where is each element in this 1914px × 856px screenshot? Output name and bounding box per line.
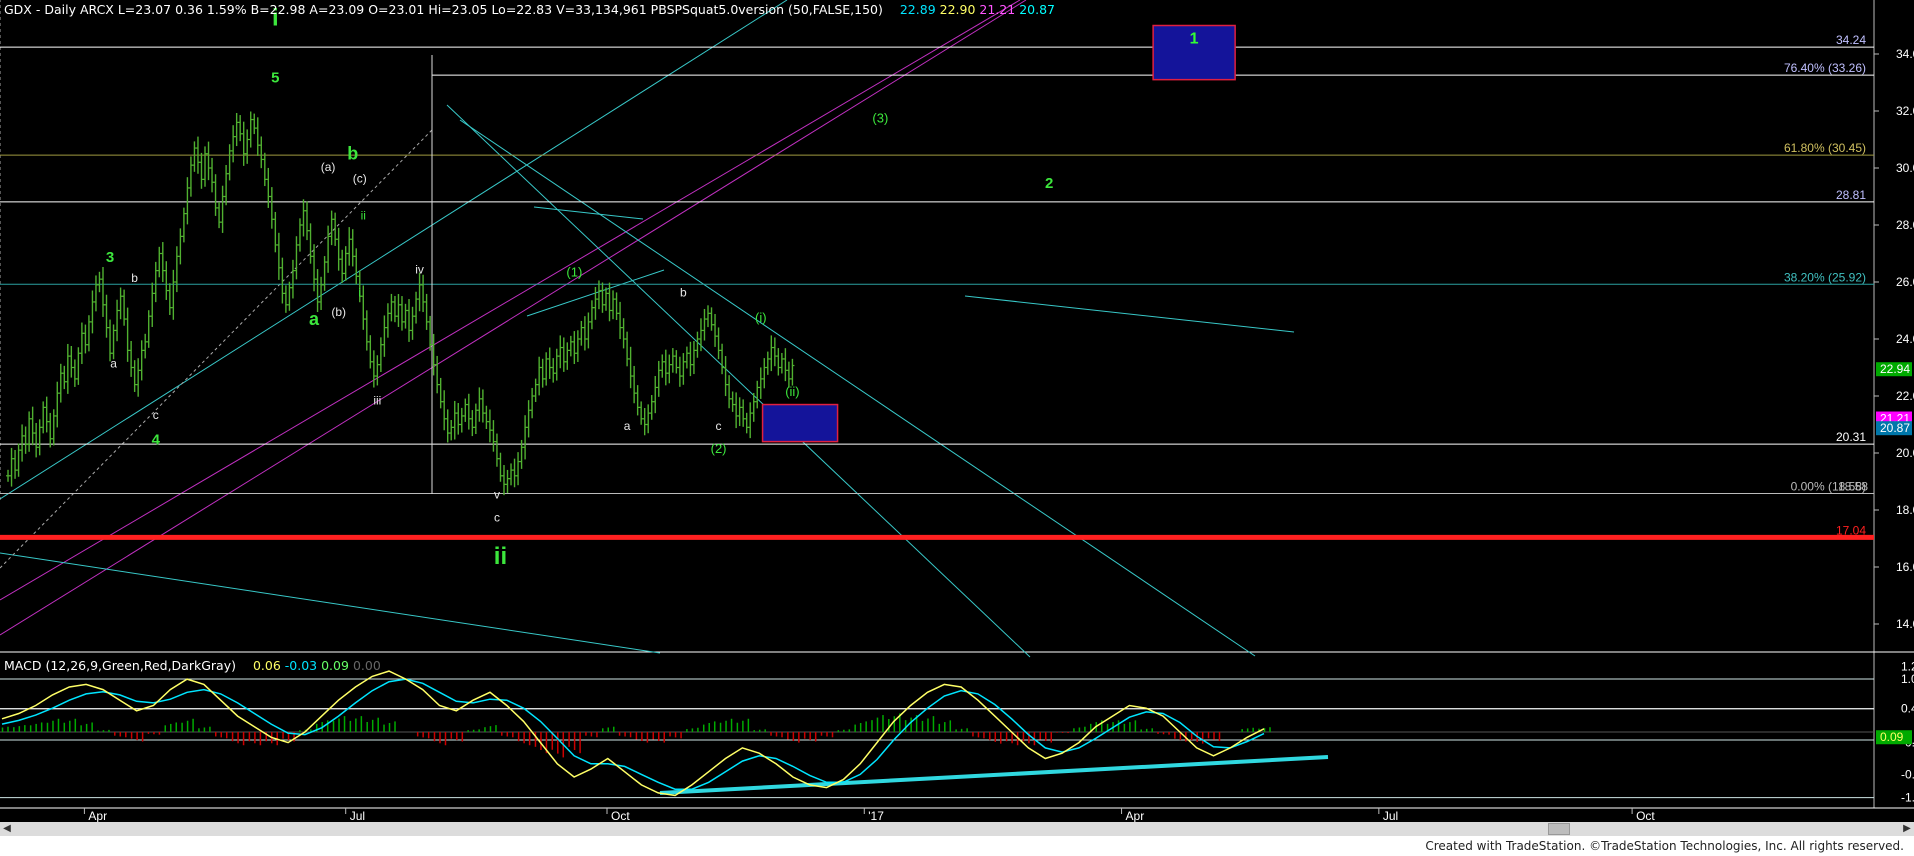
bid-price: B=22.98 [250,2,306,17]
level-label: 61.80% (30.45) [1784,141,1866,155]
wave-label: c [716,419,722,433]
level-label: 34.24 [1836,33,1866,47]
wave-label: (ii) [785,384,799,399]
wave-label: b [680,285,687,299]
level-label: 38.20% (25.92) [1784,270,1866,284]
wave-label: ii [361,208,366,222]
volume: V=33,134,961 [556,2,647,17]
scroll-right-icon[interactable]: ▶ [1900,822,1914,836]
wave-label: 2 [1045,175,1053,192]
chart-background [0,0,1914,822]
last-price: L=23.07 [117,2,172,17]
wave-label: 4 [152,431,161,448]
wave-label: 5 [271,70,279,87]
scroll-thumb[interactable] [1548,823,1570,835]
macd-value: 0.06 [252,658,281,673]
wave-label: iv [415,262,424,276]
x-tick-label: Apr [88,809,107,823]
symbol-label: GDX - Daily [4,2,76,17]
wave-label: (a) [321,160,336,174]
macd-tick-label: -1.24 [1901,791,1914,805]
open-price: O=23.01 [368,2,425,17]
footer-bar: Created with TradeStation. ©TradeStation… [0,836,1914,856]
wave-label: (3) [872,110,888,125]
level-label: 28.81 [1836,188,1866,202]
high-price: Hi=23.05 [428,2,488,17]
scroll-left-icon[interactable]: ◀ [0,822,14,836]
macd-tick-label: -0.80 [1901,767,1914,781]
y-tick-label: 20.00 [1896,446,1914,460]
price-tag-label: 22.94 [1880,362,1910,376]
y-tick-label: 14.00 [1896,617,1914,631]
wave-label: b [347,143,358,163]
wave-label: 3 [106,249,114,266]
macd-tick-label: 0.44 [1901,702,1914,716]
price-tag-label: 20.87 [1880,421,1910,435]
wave-label: (1) [566,264,582,279]
wave-label: (2) [711,441,727,456]
x-tick-label: Oct [1636,809,1655,823]
horizontal-scrollbar[interactable]: ◀ ▶ [0,822,1914,836]
wave-label: iii [373,394,381,408]
study-value: 21.21 [979,2,1016,17]
study-name: PBSPSquat5.0version (50,FALSE,150) [650,2,883,17]
study-value: 20.87 [1019,2,1055,17]
wave-label: b [131,271,138,285]
x-tick-label: Jul [1383,809,1398,823]
wave-label: a [309,309,320,329]
macd-tag-label: 0.09 [1880,730,1904,744]
ask-price: A=23.09 [309,2,365,17]
study-value: 22.90 [939,2,976,17]
y-tick-label: 16.00 [1896,560,1914,574]
y-tick-label: 26.00 [1896,275,1914,289]
wave-label: v [494,488,500,502]
wave-label: c [494,510,500,524]
level-label: 18.58 [1838,479,1868,493]
wave-label: ii [494,543,507,570]
wave-label: c [153,408,159,422]
macd-study-name: MACD (12,26,9,Green,Red,DarkGray) [4,658,236,673]
y-tick-label: 18.00 [1896,503,1914,517]
level-label: 20.31 [1836,430,1866,444]
level-label: 17.04 [1836,523,1866,537]
y-tick-label: 22.00 [1896,389,1914,403]
y-tick-label: 34.00 [1896,47,1914,61]
wave-label: a [110,357,117,371]
x-tick-label: Apr [1126,809,1145,823]
wave-label: (c) [353,171,367,185]
y-tick-label: 24.00 [1896,332,1914,346]
x-tick-label: Oct [611,809,630,823]
level-label: 76.40% (33.26) [1784,61,1866,75]
macd-tick-label: 1.00 [1901,672,1914,686]
y-tick-label: 32.00 [1896,104,1914,118]
x-tick-label: '17 [868,809,884,823]
wave-label: (b) [331,305,346,319]
pct-change: 1.59% [206,2,247,17]
chart-canvas: 34.24 76.40% (33.26) 61.80% (30.45) 28.81 38… [0,0,1914,823]
exchange-label: ARCX [79,2,114,17]
macd-value: -0.03 [284,658,318,673]
wave-label: a [624,419,631,433]
macd-value: 0.09 [321,658,349,673]
wave-label: (i) [755,310,767,325]
study-value: 22.89 [899,2,936,17]
y-tick-label: 28.00 [1896,218,1914,232]
macd-value: 0.00 [352,658,381,673]
footer-credit: Created with TradeStation. ©TradeStation… [1425,839,1904,853]
background [0,0,1914,822]
chart-header: GDX - Daily ARCX L=23.07 0.36 1.59% B=22… [4,2,1055,17]
x-tick-label: Jul [350,809,365,823]
net-change: 0.36 [175,2,203,17]
low-price: Lo=22.83 [491,2,553,17]
target-box [761,403,839,443]
target-box-label: 1 [1190,31,1199,48]
wave-label: i [358,285,361,299]
y-tick-label: 30.00 [1896,161,1914,175]
macd-header: MACD (12,26,9,Green,Red,DarkGray) 0.06 -… [4,658,381,673]
